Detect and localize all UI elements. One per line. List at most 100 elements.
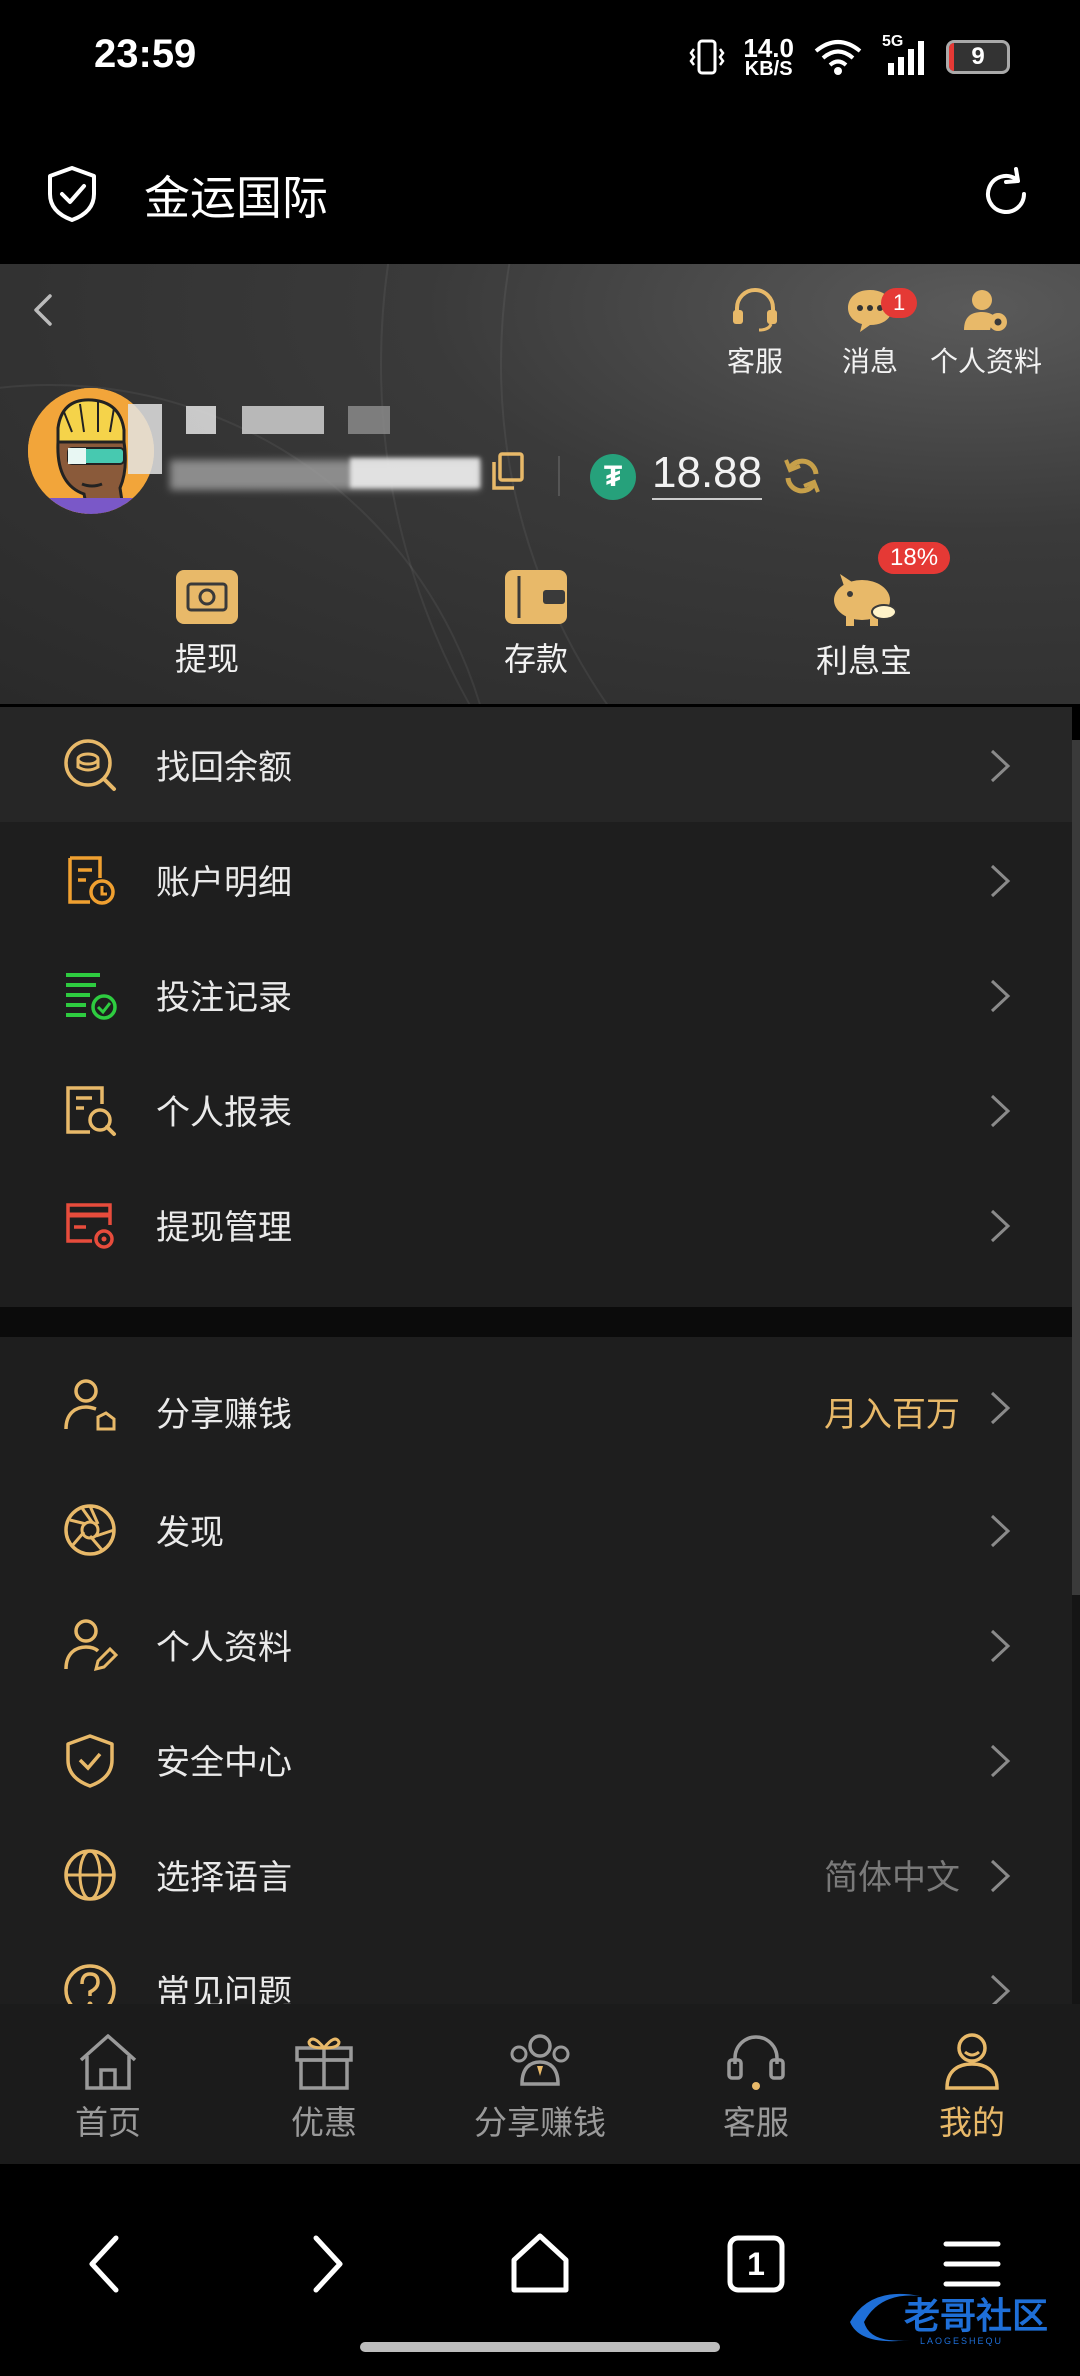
profile-label: 个人资料: [929, 345, 1042, 378]
bet-record-icon: [66, 973, 117, 1020]
share-user-icon: [64, 1379, 116, 1431]
balance-value: 18.88: [652, 448, 763, 500]
tab-count: 1: [747, 2246, 765, 2282]
nav-label: 首页: [75, 2103, 141, 2142]
messages-badge: 1: [881, 288, 918, 318]
browser-home-icon[interactable]: [500, 2224, 580, 2304]
withdraw-manage-icon: [66, 1203, 114, 1249]
menu-label: 找回余额: [156, 748, 292, 788]
group-icon: [510, 2034, 570, 2086]
shield-check-icon: [66, 1734, 114, 1788]
menu-group-account: 找回余额 账户明细 投注记录 个人报表 提现管理: [0, 707, 1072, 1307]
wallet-icon: [505, 570, 567, 624]
app-title: 金运国际: [144, 171, 328, 225]
nav-home[interactable]: 首页: [18, 2030, 198, 2144]
nav-label: 我的: [939, 2103, 1005, 2142]
status-bar: 23:59 14.0 KB/S 5G 9: [0, 0, 1080, 120]
menu-item-share-earn[interactable]: 分享赚钱 月入百万: [0, 1337, 1072, 1472]
scrollbar-track: [1072, 1595, 1080, 2004]
interest-treasure-label: 利息宝: [815, 642, 912, 680]
chevron-right-icon: [990, 1974, 1011, 2004]
deposit-label: 存款: [503, 640, 568, 678]
account-detail-icon: [68, 856, 115, 905]
status-icons: 14.0 KB/S 5G 9: [689, 33, 1010, 80]
headset-icon: [727, 2035, 785, 2090]
menu-item-bet-record[interactable]: 投注记录: [0, 937, 1072, 1052]
section-divider: [0, 1307, 1072, 1337]
globe-icon: [64, 1849, 116, 1901]
menu-label: 常见问题: [156, 1973, 292, 2004]
chevron-right-icon: [990, 979, 1011, 1013]
menu-item-profile[interactable]: 个人资料: [0, 1587, 1072, 1702]
watermark-logo: 老哥社区 LAOGESHEQU: [850, 2293, 1048, 2346]
withdraw-button[interactable]: 提现: [107, 568, 307, 680]
masked-username: [242, 406, 324, 434]
nav-share-earn[interactable]: 分享赚钱: [450, 2030, 630, 2144]
refresh-balance-icon[interactable]: [780, 454, 824, 498]
chevron-right-icon: [990, 1629, 1011, 1663]
chevron-right-icon: [990, 1209, 1011, 1243]
customer-service-label: 客服: [726, 345, 783, 378]
user-edit-icon: [64, 1619, 118, 1672]
profile-header: 客服 消息 1 个人资料 ₮ 18.88 提现 存款 利息宝 18%: [0, 264, 1080, 704]
battery-icon: 9: [946, 40, 1010, 74]
menu-label: 提现管理: [156, 1208, 292, 1248]
menu-item-recover-balance[interactable]: 找回余额: [0, 707, 1072, 822]
menu-item-faq[interactable]: 常见问题: [0, 1932, 1072, 2004]
menu-label: 发现: [156, 1513, 224, 1553]
chevron-right-icon: [990, 1391, 1011, 1425]
refresh-icon[interactable]: [976, 164, 1036, 224]
browser-back-icon[interactable]: [68, 2224, 148, 2304]
headset-icon: [733, 288, 777, 332]
nav-label: 优惠: [291, 2103, 357, 2142]
customer-service-button[interactable]: 客服: [710, 286, 800, 380]
nav-mine[interactable]: 我的: [882, 2030, 1062, 2144]
battery-fill: [949, 43, 955, 71]
interest-treasure-button[interactable]: 利息宝 18%: [764, 542, 964, 682]
menu-item-discover[interactable]: 发现: [0, 1472, 1072, 1587]
menu-item-account-detail[interactable]: 账户明细: [0, 822, 1072, 937]
net-speed: 14.0 KB/S: [743, 33, 794, 80]
menu-item-language[interactable]: 选择语言 简体中文: [0, 1817, 1072, 1932]
coin-search-icon: [64, 739, 116, 791]
header-divider: [558, 456, 560, 496]
menu-item-personal-report[interactable]: 个人报表: [0, 1052, 1072, 1167]
nav-customer-service[interactable]: 客服: [666, 2030, 846, 2144]
svg-text:老哥社区: 老哥社区: [904, 2296, 1048, 2337]
messages-button[interactable]: 消息 1: [825, 286, 918, 380]
svg-text:LAOGESHEQU: LAOGESHEQU: [920, 2336, 1003, 2346]
menu-label: 账户明细: [156, 863, 292, 903]
browser-tabs-button[interactable]: 1: [716, 2224, 796, 2304]
piggy-bank-icon: [834, 574, 897, 626]
scrollbar[interactable]: [1072, 740, 1080, 1595]
browser-forward-icon[interactable]: [284, 2224, 364, 2304]
nav-label: 分享赚钱: [474, 2103, 606, 2142]
nav-promotions[interactable]: 优惠: [234, 2030, 414, 2144]
home-icon: [79, 2034, 137, 2090]
interest-badge: 18%: [878, 542, 951, 574]
aperture-icon: [64, 1504, 116, 1556]
masked-username: [128, 404, 162, 474]
vibrate-icon: [689, 39, 725, 75]
withdraw-label: 提现: [174, 640, 239, 678]
wifi-icon: [814, 40, 862, 75]
signal-icon: [888, 41, 924, 75]
menu-item-security-center[interactable]: 安全中心: [0, 1702, 1072, 1817]
shield-check-icon[interactable]: [44, 164, 100, 224]
menu-group-general: 分享赚钱 月入百万 发现 个人资料 安全中心 选择语言 简体中文 常见问题: [0, 1337, 1072, 2004]
share-earn-promo: 月入百万: [824, 1395, 960, 1435]
usdt-icon: ₮: [590, 454, 636, 500]
home-indicator[interactable]: [360, 2342, 720, 2352]
masked-id: [350, 458, 480, 488]
menu-label: 个人报表: [156, 1093, 292, 1133]
menu-label: 投注记录: [156, 978, 292, 1018]
deposit-button[interactable]: 存款: [436, 568, 636, 680]
chevron-right-icon: [990, 1514, 1011, 1548]
profile-button[interactable]: 个人资料: [924, 286, 1048, 380]
copy-icon[interactable]: [488, 450, 526, 492]
messages-label: 消息: [841, 345, 898, 378]
masked-username: [186, 406, 216, 434]
back-arrow-icon[interactable]: [26, 290, 60, 330]
menu-item-withdraw-manage[interactable]: 提现管理: [0, 1167, 1072, 1282]
report-search-icon: [66, 1086, 116, 1136]
